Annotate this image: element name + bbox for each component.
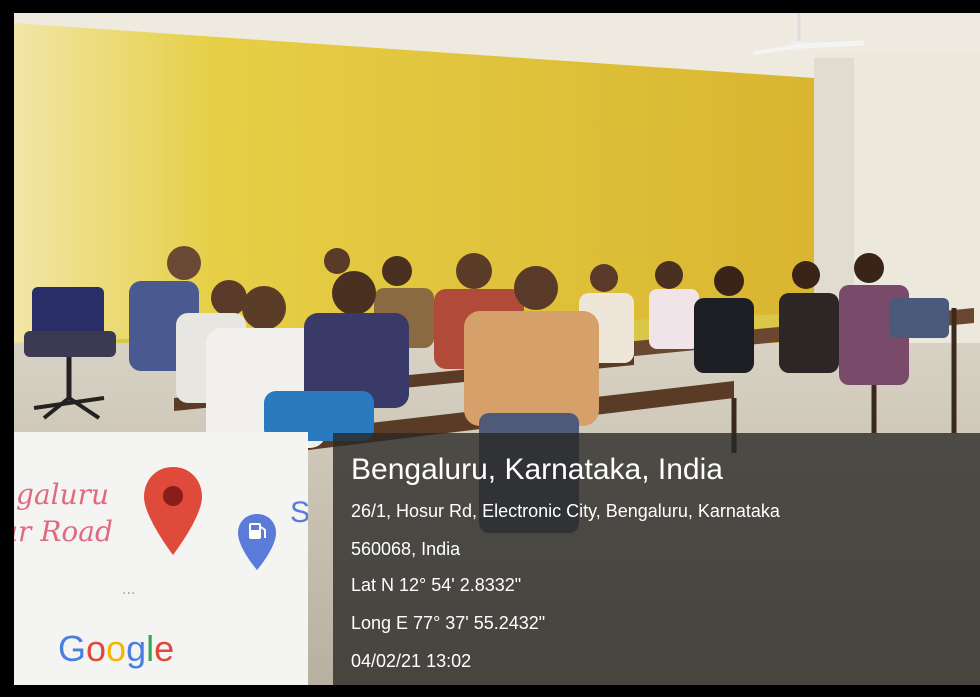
google-logo-letter: o: [106, 628, 127, 669]
map-road-label: ur Road: [14, 515, 113, 548]
google-logo-letter: G: [58, 628, 87, 669]
map-pin-icon: [144, 467, 202, 555]
timestamp-text: 04/02/21 13:02: [351, 651, 472, 671]
google-logo-letter: o: [86, 628, 107, 669]
geotag-overlay: Bengaluru, Karnataka, India 26/1, Hosur …: [333, 433, 980, 685]
map-thumbnail[interactable]: ngaluru ur Road S ... Google: [14, 432, 308, 685]
address-line-1: 26/1, Hosur Rd, Electronic City, Bengalu…: [351, 501, 780, 521]
google-logo-letter: e: [154, 628, 175, 669]
place-title: Bengaluru, Karnataka, India: [351, 453, 723, 486]
google-logo-letter: g: [126, 628, 147, 669]
map-city-label: ngaluru: [14, 478, 110, 511]
google-logo-letter: l: [146, 628, 155, 669]
gas-station-icon: [238, 514, 276, 570]
longitude-text: Long E 77° 37' 55.2432": [351, 613, 546, 633]
latitude-text: Lat N 12° 54' 2.8332": [351, 575, 522, 595]
map-fragment-label: S: [290, 496, 308, 529]
google-logo: Google: [58, 628, 174, 670]
photo-frame: ngaluru ur Road S ... Google Bengaluru, …: [0, 0, 980, 697]
map-dots: ...: [122, 582, 136, 598]
address-line-2: 560068, India: [351, 539, 461, 559]
